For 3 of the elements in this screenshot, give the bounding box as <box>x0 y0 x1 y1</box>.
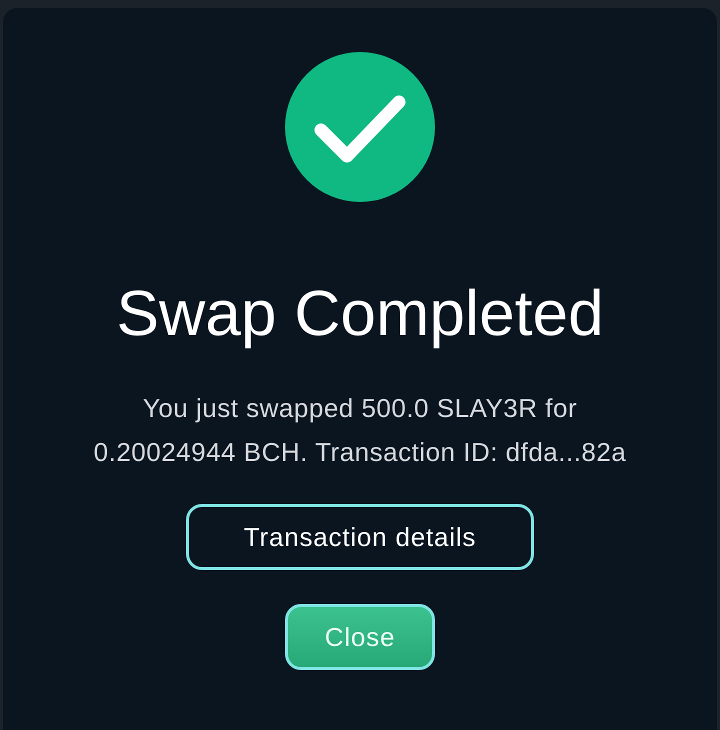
dialog-title: Swap Completed <box>116 278 604 348</box>
message-text: You just swapped 500.0 SLAY3R for 0.20024944 BCH. Transaction ID: dfda...82a <box>92 392 628 470</box>
details-button[interactable]: Transaction details <box>186 504 534 570</box>
